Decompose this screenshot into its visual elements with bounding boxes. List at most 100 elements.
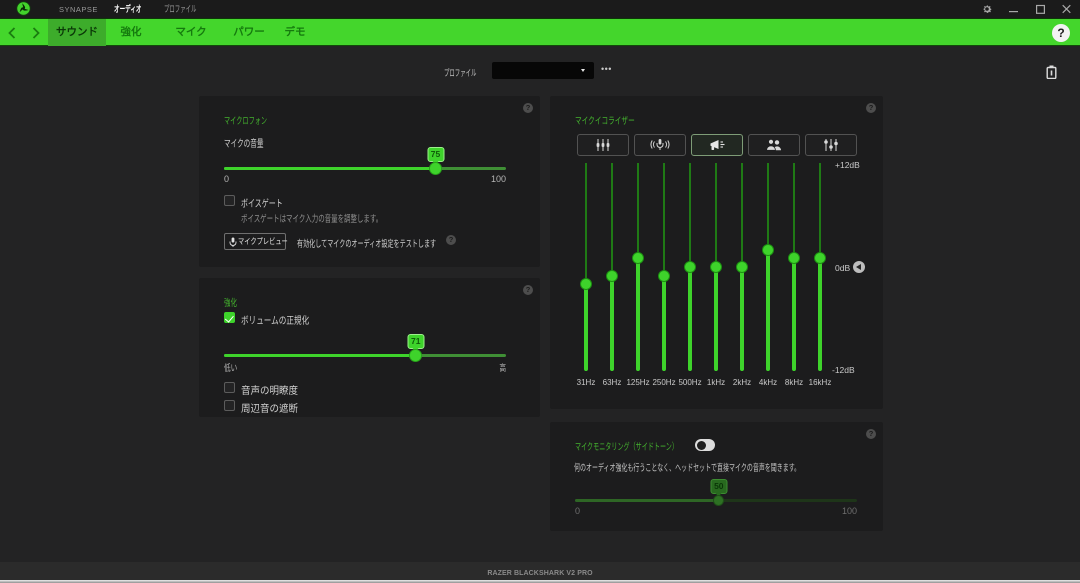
eq-knob[interactable] [606,270,618,282]
voice-gate-checkbox[interactable] [224,195,235,206]
slider-fill [224,354,416,357]
eq-fill [688,267,692,371]
tab-sound[interactable]: サウンド [48,19,106,46]
slider-min-label: 低い [224,361,237,374]
eq-knob[interactable] [710,261,722,273]
slider-min-label: 0 [575,506,580,516]
eq-fill [766,250,770,371]
eq-fill [792,258,796,371]
eq-band-63Hz: 63Hz [599,96,625,409]
titlebar: SYNAPSE オーディオ プロファイル [0,0,1080,18]
eq-knob[interactable] [762,244,774,256]
navbar: サウンド 強化 マイク パワー デモ [0,18,1080,45]
slider-knob[interactable] [409,349,422,362]
eq-knob[interactable] [684,261,696,273]
eq-fill [714,267,718,371]
chevron-down-icon [581,69,585,72]
vocal-clarity-checkbox[interactable] [224,382,235,393]
eq-band-250Hz: 250Hz [651,96,677,409]
slider-value-bubble: 50 [710,479,727,494]
eq-fill [636,258,640,371]
sidetone-toggle[interactable] [695,439,715,451]
menu-audio[interactable]: オーディオ [114,0,142,18]
eq-knob[interactable] [814,252,826,264]
device-footer[interactable]: RAZER BLACKSHARK V2 PRO [0,562,1080,580]
slider-knob[interactable] [429,162,442,175]
eq-knob[interactable] [580,278,592,290]
settings-gear-icon[interactable] [976,0,998,18]
slider-knob[interactable] [713,495,724,506]
info-icon[interactable]: ? [866,429,876,439]
enhancement-panel: 強化 ? ボリュームの正規化 71 低い 高 音声の明瞭度 周辺音の遮断 [199,278,540,417]
menu-profile[interactable]: プロファイル [164,0,196,18]
close-button[interactable] [1055,0,1077,18]
tab-mic[interactable]: マイク [168,19,214,46]
volume-normalization-checkbox[interactable] [224,312,235,323]
info-icon[interactable]: ? [523,285,533,295]
tab-enhancement[interactable]: 強化 [109,19,153,46]
eq-freq-label: 250Hz [652,378,675,387]
tab-power[interactable]: パワー [226,19,272,46]
profile-dropdown[interactable] [492,62,594,79]
slider-fill [575,499,719,502]
help-icon[interactable]: ? [1052,24,1070,42]
voice-gate-description: ボイスゲートはマイク入力の音量を調整します。 [241,211,382,225]
info-icon[interactable]: ? [523,103,533,113]
toggle-knob [697,441,706,450]
eq-knob[interactable] [736,261,748,273]
eq-knob[interactable] [658,270,670,282]
device-name: RAZER BLACKSHARK V2 PRO [487,570,592,577]
sidetone-description: 何のオーディオ強化も行うことなく、ヘッドセットで直接マイクの音声を聞きます。 [574,460,800,474]
eq-knob[interactable] [788,252,800,264]
tab-demo[interactable]: デモ [274,19,316,46]
synapse-window: SYNAPSE オーディオ プロファイル サウンド 強化 マイク パワー デモ … [0,0,1080,583]
slider-fill [224,167,436,170]
ambient-noise-checkbox[interactable] [224,400,235,411]
panel-title: マイクモニタリング（サイドトーン） [575,439,678,453]
nav-forward-icon[interactable] [26,19,46,46]
profile-label: プロファイル [444,66,476,79]
ambient-noise-label: 周辺音の遮断 [241,400,298,415]
voice-gate-label: ボイスゲート [241,195,283,210]
eq-band-4kHz: 4kHz [755,96,781,409]
eq-freq-label: 2kHz [733,378,751,387]
slider-value-bubble: 71 [407,334,424,349]
vocal-clarity-label: 音声の明瞭度 [241,382,298,397]
razer-logo-icon [16,1,31,16]
profile-menu-dots[interactable]: ••• [601,62,617,78]
panel-title: 強化 [224,295,237,309]
nav-back-icon[interactable] [2,19,22,46]
slider-value-bubble: 75 [427,147,444,162]
eq-reset-button[interactable] [853,261,865,273]
eq-freq-label: 1kHz [707,378,725,387]
mic-preview-hint: 有効化してマイクのオーディオ設定をテストします [297,236,436,250]
eq-fill [740,267,744,371]
eq-band-31Hz: 31Hz [573,96,599,409]
equalizer-panel: マイクイコライザー ? [550,96,883,409]
eq-fill [610,276,614,371]
eq-freq-label: 8kHz [785,378,803,387]
slider-max-label: 100 [491,174,506,184]
eq-band-1kHz: 1kHz [703,96,729,409]
eq-freq-label: 16kHz [809,378,832,387]
eq-freq-label: 63Hz [603,378,622,387]
info-icon[interactable]: ? [446,235,456,245]
eq-band-500Hz: 500Hz [677,96,703,409]
eq-band-2kHz: 2kHz [729,96,755,409]
eq-band-16kHz: 16kHz [807,96,833,409]
info-icon[interactable]: ? [866,103,876,113]
slider-min-label: 0 [224,174,229,184]
eq-knob[interactable] [632,252,644,264]
eq-fill [584,284,588,371]
minimize-button[interactable] [1002,0,1024,18]
menu-synapse[interactable]: SYNAPSE [59,0,98,18]
eq-fill [662,276,666,371]
eq-freq-label: 31Hz [577,378,596,387]
slider-max-label: 高 [499,361,506,374]
eq-freq-label: 500Hz [678,378,701,387]
eq-zero-label: 0dB [835,263,850,273]
mic-volume-label: マイクの音量 [224,135,263,150]
maximize-button[interactable] [1029,0,1051,18]
volume-normalization-label: ボリュームの正規化 [241,312,309,327]
mic-preview-button[interactable]: マイクプレビュー [224,233,286,250]
